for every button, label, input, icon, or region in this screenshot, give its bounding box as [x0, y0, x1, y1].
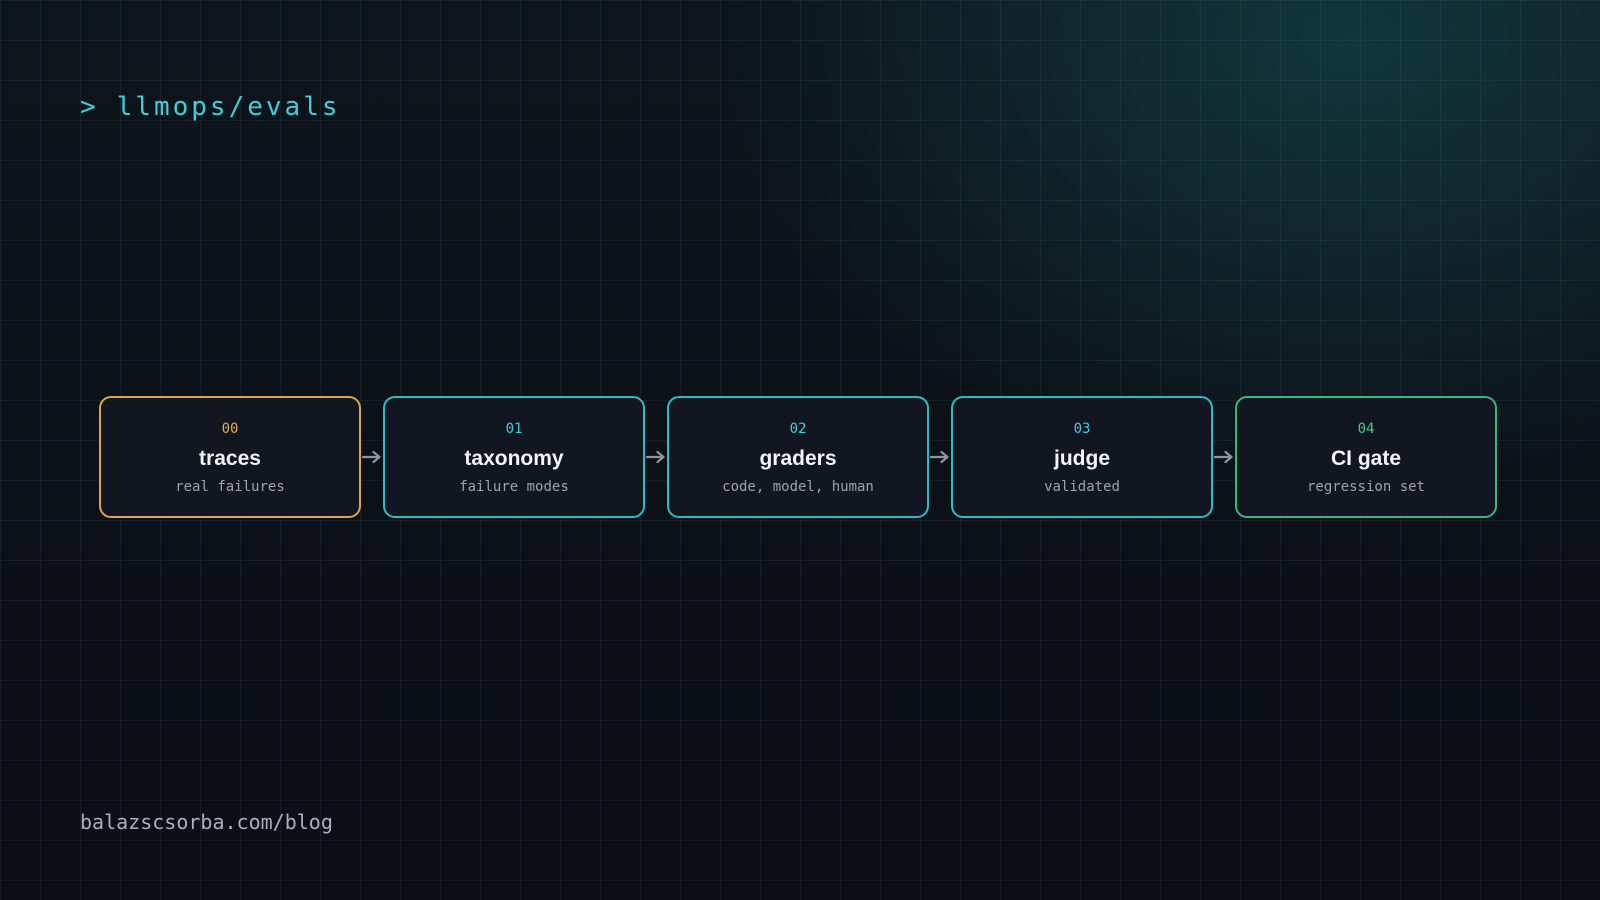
stage-number: 01 [505, 421, 523, 437]
stage-subtitle: failure modes [459, 479, 569, 495]
stage-subtitle: real failures [175, 479, 285, 495]
stage-title: CI gate [1330, 447, 1401, 470]
stage-ci-gate: 04 CI gate regression set [1235, 396, 1497, 518]
stage-taxonomy: 01 taxonomy failure modes [383, 396, 645, 518]
stage-graders: 02 graders code, model, human [667, 396, 929, 518]
stage-number: 04 [1357, 421, 1375, 437]
stage-title: graders [759, 447, 837, 470]
footer-link[interactable]: balazscsorba.com/blog [80, 810, 333, 834]
stage-number: 03 [1073, 421, 1091, 437]
stage-title: traces [199, 447, 261, 470]
stage-judge: 03 judge validated [951, 396, 1213, 518]
prompt-symbol: > [80, 92, 99, 122]
arrow-right-icon [929, 396, 951, 518]
pipeline-diagram: 00 traces real failures 01 taxonomy fail… [99, 396, 1497, 518]
arrow-right-icon [1213, 396, 1235, 518]
page-title: > llmops/evals [80, 92, 341, 122]
title-path: llmops/evals [116, 92, 341, 122]
arrow-right-icon [361, 396, 383, 518]
stage-subtitle: regression set [1306, 479, 1425, 495]
stage-title: taxonomy [464, 447, 564, 470]
stage-subtitle: code, model, human [722, 479, 874, 495]
stage-traces: 00 traces real failures [99, 396, 361, 518]
stage-subtitle: validated [1044, 479, 1120, 495]
arrow-right-icon [645, 396, 667, 518]
stage-title: judge [1054, 447, 1110, 470]
stage-number: 02 [789, 421, 807, 437]
stage-number: 00 [221, 421, 239, 437]
